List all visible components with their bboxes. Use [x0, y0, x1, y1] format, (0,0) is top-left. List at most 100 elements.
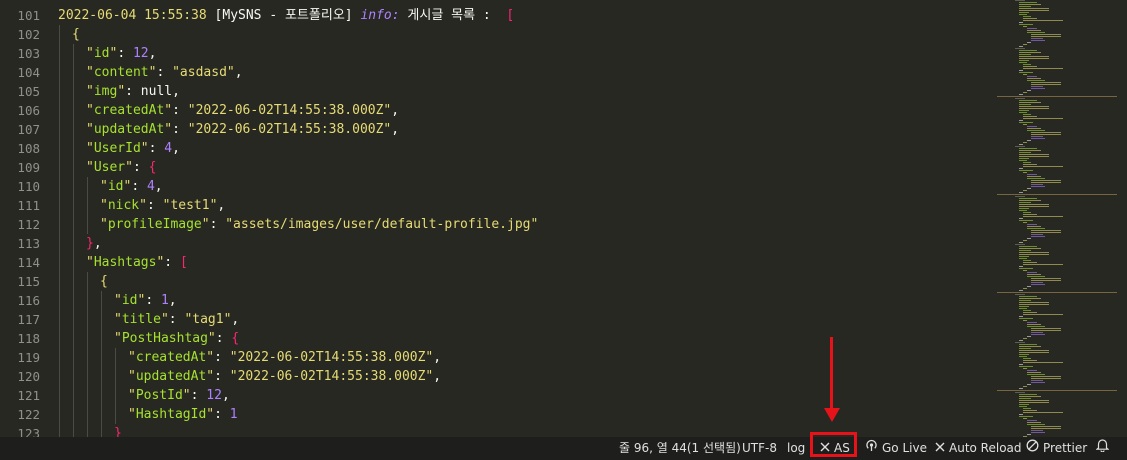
minimap-line [1027, 90, 1031, 91]
minimap-line [1031, 138, 1045, 139]
code-line[interactable]: 119 "createdAt": "2022-06-02T14:55:38.000… [0, 348, 995, 367]
minimap-line [1023, 288, 1027, 289]
line-number: 116 [17, 293, 40, 308]
code-token: User [93, 160, 126, 175]
code-token: [MySNS - 포트폴리오] [214, 8, 361, 23]
minimap-line [1023, 410, 1037, 411]
minimap-line [1031, 232, 1061, 233]
code-text: }, [86, 234, 102, 253]
code-line[interactable]: 122 "HashtagId": 1 [0, 405, 995, 424]
code-editor[interactable]: 101 2022-06-04 15:55:38 [MySNS - 포트폴리오] i… [0, 0, 995, 437]
code-line[interactable]: 107 "updatedAt": "2022-06-02T14:55:38.000… [0, 120, 995, 139]
code-token: " [128, 407, 136, 422]
code-line[interactable]: 118 "PostHashtag": { [0, 329, 995, 348]
line-number: 101 [17, 8, 40, 23]
code-line[interactable]: 108 "UserId": 4, [0, 139, 995, 158]
code-line[interactable]: 111 "nick": "test1", [0, 196, 995, 215]
code-line[interactable]: 109 "User": { [0, 158, 995, 177]
minimap-line [1015, 98, 1025, 99]
code-line[interactable]: 106 "createdAt": "2022-06-02T14:55:38.000… [0, 101, 995, 120]
minimap-line [1027, 176, 1041, 177]
minimap-line [1019, 356, 1027, 357]
indent-guide [59, 101, 60, 120]
minimap-line [1023, 162, 1031, 163]
code-line[interactable]: 103 "id": 12, [0, 44, 995, 63]
indent-guide [87, 196, 88, 215]
minimap-line [1019, 414, 1023, 415]
code-token: : [132, 160, 149, 175]
code-line[interactable]: 110 "id": 4, [0, 177, 995, 196]
minimap-line [1019, 298, 1041, 299]
code-token: 1 [229, 407, 238, 422]
indent-guide [87, 310, 88, 329]
auto-reload-status[interactable]: Auto Reload [935, 437, 1022, 460]
cursor-position[interactable]: 줄 96, 열 44(1 선택됨) [619, 437, 741, 460]
code-line[interactable]: 102 { [0, 25, 995, 44]
language-mode[interactable]: log [787, 437, 805, 460]
code-token: null [140, 84, 173, 99]
minimap-line [1027, 188, 1031, 189]
code-line[interactable]: 121 "PostId": 12, [0, 386, 995, 405]
minimap-line [1019, 316, 1023, 317]
minimap-line [1031, 84, 1061, 85]
minimap-line [1031, 334, 1045, 335]
notifications-button[interactable] [1095, 437, 1113, 460]
minimap-line [1019, 340, 1023, 341]
code-line[interactable]: 116 "id": 1, [0, 291, 995, 310]
minimap-line [1019, 150, 1041, 151]
minimap-line [1023, 68, 1063, 69]
prettier-status[interactable]: Prettier [1026, 437, 1087, 460]
code-line[interactable]: 112 "profileImage": "assets/images/user/d… [0, 215, 995, 234]
code-token: " [86, 46, 94, 61]
code-line[interactable]: 104 "content": "asdasd", [0, 63, 995, 82]
minimap[interactable] [995, 0, 1127, 437]
code-token: Hashtags [93, 255, 157, 270]
line-number: 109 [17, 160, 40, 175]
minimap-line [1015, 0, 1025, 1]
code-text: "updatedAt": "2022-06-02T14:55:38.000Z", [128, 367, 441, 386]
minimap-line [1019, 308, 1027, 309]
code-token: PostId [135, 388, 183, 403]
minimap-line [1023, 412, 1063, 413]
code-token: "test1" [162, 198, 218, 213]
minimap-line [1031, 284, 1045, 285]
code-line[interactable]: 101 2022-06-04 15:55:38 [MySNS - 포트폴리오] i… [0, 6, 995, 25]
minimap-line [1031, 40, 1045, 41]
minimap-line [1019, 306, 1029, 307]
indent-guide [115, 386, 116, 405]
line-number: 120 [17, 369, 40, 384]
code-token: "2022-06-02T14:55:38.000Z" [187, 103, 392, 118]
go-live-button[interactable]: Go Live [865, 437, 927, 460]
line-number: 104 [17, 65, 40, 80]
minimap-line [1031, 136, 1043, 137]
indent-guide [101, 424, 102, 437]
minimap-line [1019, 248, 1041, 249]
minimap-line [1015, 48, 1025, 49]
minimap-line [1023, 44, 1027, 45]
minimap-line [1023, 262, 1037, 263]
code-token: info: [360, 8, 400, 23]
code-line[interactable]: 115 { [0, 272, 995, 291]
code-line[interactable]: 113}, [0, 234, 995, 253]
code-line[interactable]: 105 "img": null, [0, 82, 995, 101]
minimap-line [1027, 420, 1037, 421]
code-text: "title": "tag1", [114, 310, 239, 329]
code-line[interactable]: 120 "updatedAt": "2022-06-02T14:55:38.000… [0, 367, 995, 386]
code-token: 4 [164, 141, 173, 156]
code-token: PostHashtag [121, 331, 208, 346]
minimap-line [1019, 72, 1033, 73]
code-token: " [114, 312, 122, 327]
code-token: " [206, 407, 215, 422]
minimap-line [1019, 94, 1023, 95]
line-number: 105 [17, 84, 40, 99]
minimap-line [1019, 148, 1037, 149]
code-text: "id": 1, [114, 291, 177, 310]
minimap-line [1019, 160, 1027, 161]
encoding-indicator[interactable]: UTF-8 [742, 437, 777, 460]
indent-guide [73, 310, 74, 329]
minimap-line [1019, 416, 1033, 417]
minimap-line [1023, 214, 1037, 215]
minimap-line [1019, 104, 1031, 105]
code-line[interactable]: 114 "Hashtags": [ [0, 253, 995, 272]
code-line[interactable]: 117 "title": "tag1", [0, 310, 995, 329]
